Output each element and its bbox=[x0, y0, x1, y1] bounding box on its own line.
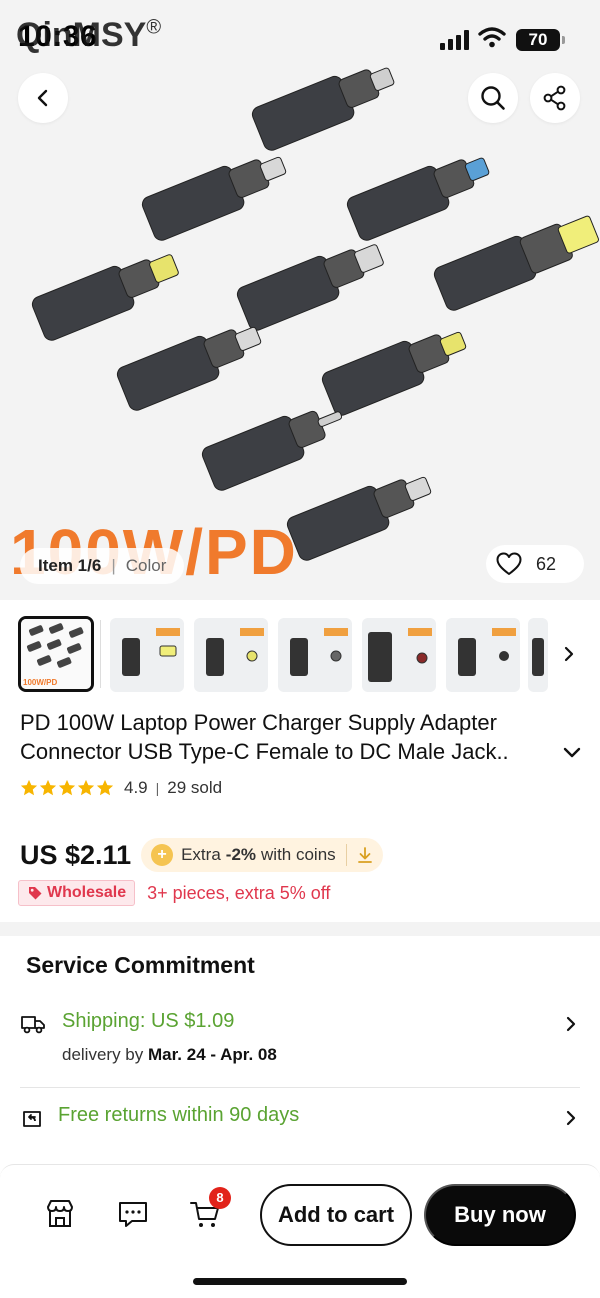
free-returns: Free returns within 90 days bbox=[58, 1104, 300, 1126]
thumbnail-caption: 100W/PD bbox=[23, 678, 57, 687]
thumbnail-item[interactable] bbox=[528, 618, 548, 692]
truck-icon bbox=[21, 1016, 45, 1034]
cellular-signal-icon bbox=[440, 30, 469, 50]
thumbnail-item[interactable]: 100W/PD bbox=[18, 616, 94, 692]
chevron-down-icon[interactable] bbox=[561, 741, 583, 763]
store-button[interactable] bbox=[42, 1196, 78, 1232]
thumbnail-image: 100W/PD bbox=[21, 619, 91, 689]
product-title-line1: PD 100W Laptop Power Charger Supply Adap… bbox=[20, 710, 497, 735]
thumbnail-divider bbox=[100, 620, 101, 688]
brand-name: QinMSY bbox=[16, 16, 147, 54]
home-indicator[interactable] bbox=[193, 1278, 407, 1285]
battery-icon: 70 bbox=[516, 29, 560, 51]
heart-icon bbox=[496, 552, 522, 575]
return-icon bbox=[23, 1111, 41, 1127]
download-icon bbox=[357, 847, 372, 863]
star-rating bbox=[20, 779, 114, 797]
returns-row[interactable]: Free returns within 90 days bbox=[20, 1104, 582, 1140]
favorites-count: 62 bbox=[536, 553, 557, 574]
variant-label: Color bbox=[125, 556, 167, 575]
favorite-button[interactable]: 62 bbox=[486, 545, 584, 583]
tag-icon bbox=[29, 887, 42, 900]
image-counter-pill[interactable]: Item 1/6 | Color bbox=[20, 548, 185, 584]
share-icon bbox=[543, 85, 566, 111]
coins-discount-pill[interactable]: + Extra -2% with coins bbox=[141, 838, 383, 872]
buy-now-button[interactable]: Buy now bbox=[424, 1184, 576, 1246]
star-icon bbox=[96, 779, 114, 796]
message-button[interactable] bbox=[115, 1196, 151, 1232]
row-divider bbox=[20, 1087, 580, 1088]
thumbnail-item[interactable] bbox=[362, 618, 436, 692]
chat-icon bbox=[119, 1202, 147, 1227]
coins-prefix: Extra bbox=[181, 845, 221, 864]
rating-row[interactable]: 4.9 | 29 sold bbox=[20, 778, 222, 798]
coins-percent: -2% bbox=[225, 845, 257, 864]
delivery-estimate: delivery by Mar. 24 - Apr. 08 bbox=[62, 1045, 277, 1065]
wholesale-row[interactable]: Wholesale 3+ pieces, extra 5% off bbox=[18, 880, 330, 906]
sold-count: 29 sold bbox=[167, 778, 223, 797]
chevron-left-icon bbox=[37, 89, 48, 107]
shipping-cost: Shipping: US $1.09 bbox=[62, 1010, 235, 1032]
thumbnail-image bbox=[290, 628, 348, 676]
price-row: US $2.11 + Extra -2% with coins bbox=[20, 838, 383, 872]
chevron-right-icon bbox=[566, 1110, 576, 1126]
rating-divider: | bbox=[155, 780, 160, 796]
thumbnail-item[interactable] bbox=[278, 618, 352, 692]
star-icon bbox=[58, 779, 76, 796]
back-button[interactable] bbox=[18, 73, 68, 123]
wholesale-tag-label: Wholesale bbox=[47, 884, 127, 901]
wholesale-offer: 3+ pieces, extra 5% off bbox=[147, 882, 331, 903]
coins-suffix: with coins bbox=[261, 845, 336, 864]
thumbnail-image bbox=[532, 638, 544, 676]
status-bar: 10:36 QinMSY® 70 bbox=[0, 0, 600, 78]
chevron-right-icon bbox=[566, 1016, 576, 1032]
star-icon bbox=[39, 779, 57, 796]
search-icon bbox=[481, 86, 505, 110]
battery-tip bbox=[562, 36, 565, 44]
thumbnail-image bbox=[458, 628, 516, 676]
chevron-right-icon[interactable] bbox=[560, 644, 578, 664]
wholesale-badge: Wholesale bbox=[18, 880, 136, 906]
shipping-row[interactable]: Shipping: US $1.09 delivery by Mar. 24 -… bbox=[20, 1010, 582, 1078]
service-heading: Service Commitment bbox=[26, 952, 255, 978]
delivery-prefix: delivery by bbox=[62, 1045, 144, 1064]
delivery-dates: Mar. 24 - Apr. 08 bbox=[148, 1045, 277, 1064]
pill-separator: | bbox=[111, 556, 116, 575]
thumbnail-item[interactable] bbox=[110, 618, 184, 692]
rating-value: 4.9 bbox=[124, 778, 148, 797]
product-title[interactable]: PD 100W Laptop Power Charger Supply Adap… bbox=[20, 708, 565, 766]
thumbnail-item[interactable] bbox=[446, 618, 520, 692]
product-title-line2: Connector USB Type-C Female to DC Male J… bbox=[20, 739, 509, 764]
price: US $2.11 bbox=[20, 839, 132, 870]
coin-icon: + bbox=[151, 844, 174, 866]
section-divider bbox=[0, 922, 600, 936]
wifi-icon bbox=[478, 27, 506, 48]
cart-count-badge: 8 bbox=[209, 1187, 231, 1209]
brand-registered-mark: ® bbox=[146, 16, 162, 39]
search-button[interactable] bbox=[468, 73, 518, 123]
thumbnail-image bbox=[122, 628, 180, 676]
thumbnail-image bbox=[206, 628, 264, 676]
thumbnail-image bbox=[368, 628, 432, 682]
item-counter: Item 1/6 bbox=[38, 556, 102, 575]
thumbnail-item[interactable] bbox=[194, 618, 268, 692]
coins-divider bbox=[345, 844, 347, 866]
add-to-cart-button[interactable]: Add to cart bbox=[260, 1184, 412, 1246]
thumbnail-strip[interactable]: 100W/PD bbox=[0, 612, 600, 696]
brand-watermark: QinMSY® bbox=[16, 16, 161, 55]
store-icon bbox=[47, 1200, 73, 1227]
product-image-carousel[interactable]: 100W/PD 10:36 QinMSY® 70 Item 1/6 | Colo… bbox=[0, 0, 600, 600]
share-button[interactable] bbox=[530, 73, 580, 123]
star-icon bbox=[77, 779, 95, 796]
star-icon bbox=[20, 779, 38, 796]
